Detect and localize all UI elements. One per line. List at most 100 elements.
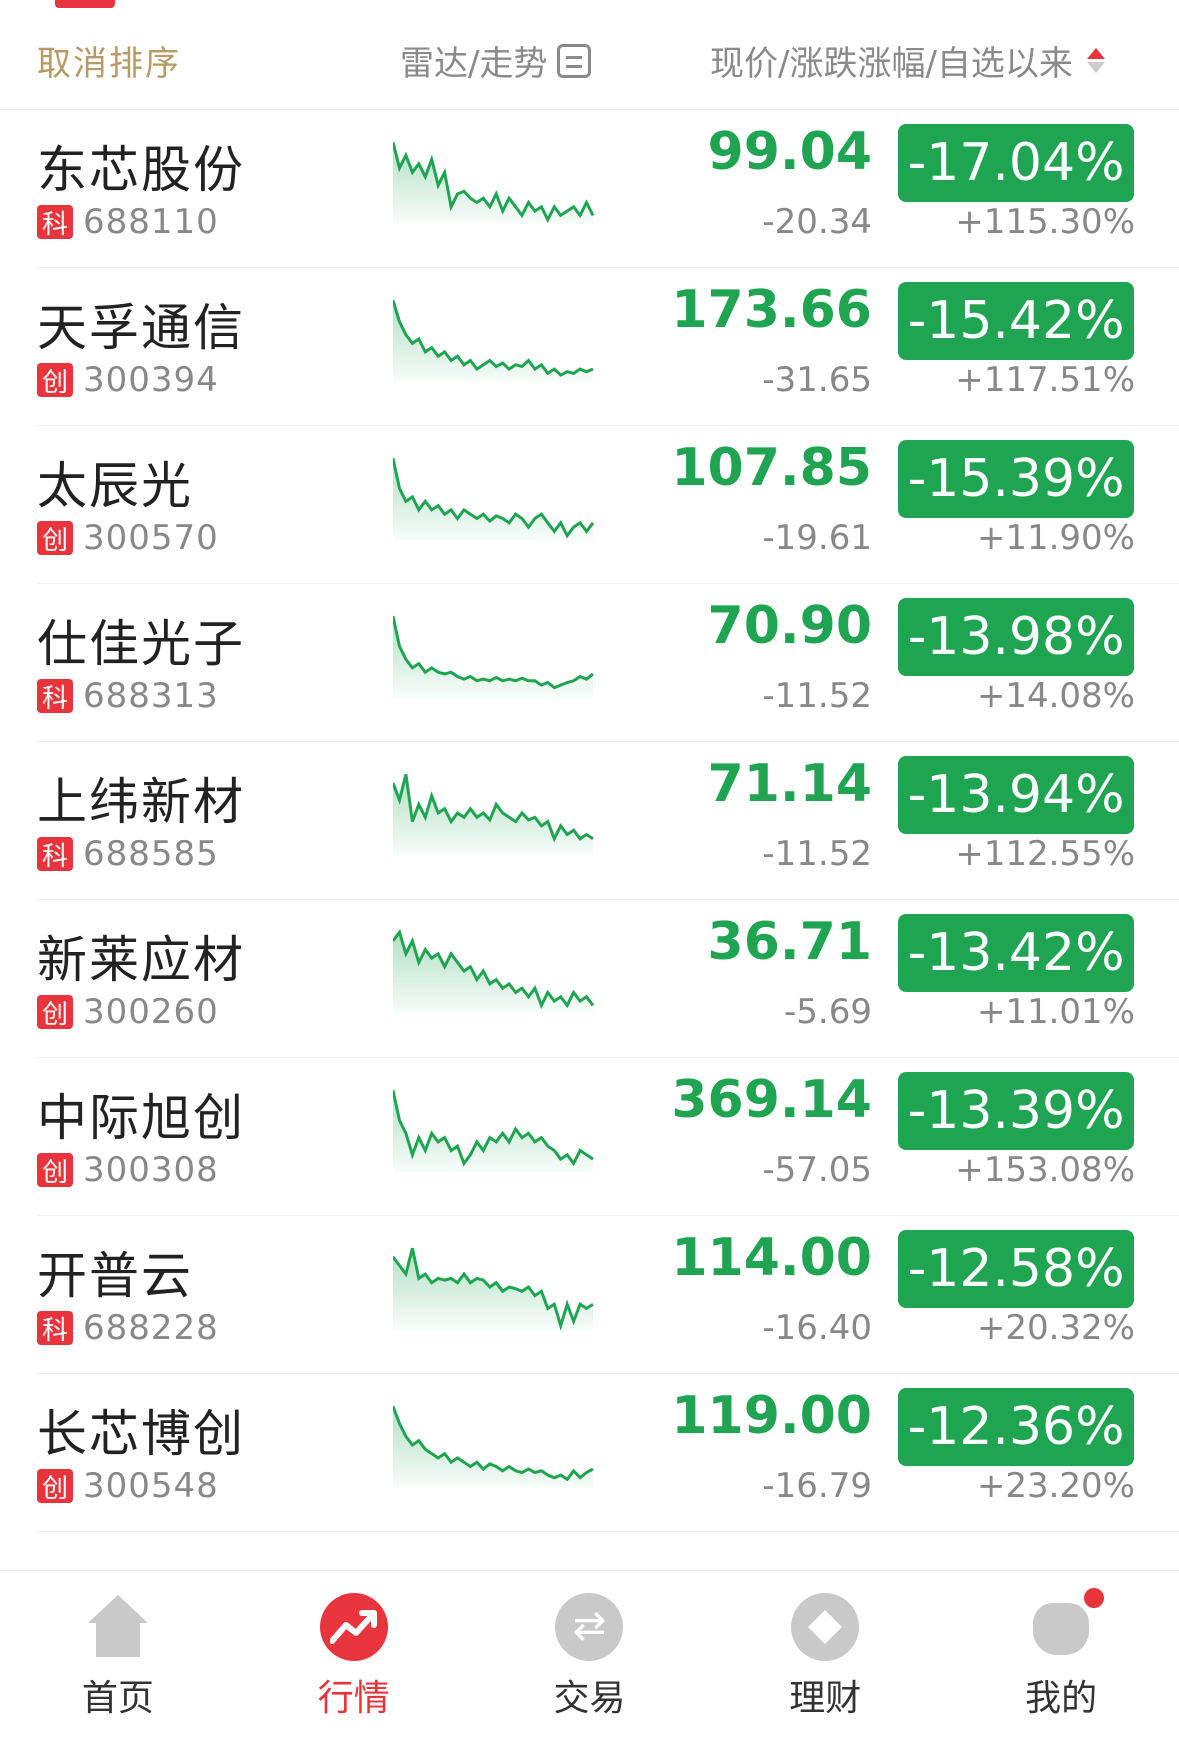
sparkline-area [393,300,593,382]
price-change: -57.05 [762,1150,872,1190]
stock-row[interactable]: 新莱应材 创 300260 36.71 -5.69 -13.42% +11.01… [37,900,1179,1058]
sort-up-icon [1086,48,1105,59]
change-percent-badge[interactable]: -12.36% [898,1388,1134,1466]
current-price: 99.04 [707,122,872,182]
stock-code: 688110 [83,202,219,242]
current-price: 71.14 [707,754,872,814]
trend-sparkline [393,929,595,1014]
stock-name: 上纬新材 [37,773,245,831]
stock-list[interactable]: 东芯股份 科 688110 99.04 -20.34 -17.04% +115.… [0,110,1179,1570]
stock-code-line: 科 688313 [37,676,219,716]
price-column-header[interactable]: 现价/涨跌涨幅/自选以来 [710,36,1105,85]
notification-dot [1081,1585,1108,1611]
change-percent-badge[interactable]: -13.94% [898,756,1134,834]
stock-code-line: 创 300570 [37,518,219,558]
change-percent-badge[interactable]: -15.42% [898,282,1134,360]
change-percent-badge[interactable]: -15.39% [898,440,1134,518]
stock-code: 688585 [83,834,219,874]
stock-name: 开普云 [37,1247,193,1305]
board-badge: 科 [37,1311,73,1346]
radar-trend-toggle[interactable]: 雷达/走势 [400,36,592,85]
stock-code: 300260 [83,992,219,1032]
since-added-percent: +23.20% [976,1466,1135,1506]
price-change: -5.69 [784,992,872,1032]
stock-name: 东芯股份 [37,141,245,199]
price-column-label: 现价/涨跌涨幅/自选以来 [710,44,1073,84]
board-badge: 创 [37,995,73,1030]
stock-code-line: 科 688228 [37,1308,219,1348]
stock-row[interactable]: 太辰光 创 300570 107.85 -19.61 -15.39% +11.9… [37,426,1179,584]
tab-finance[interactable]: 理财 [707,1571,943,1754]
profile-icon [1027,1585,1108,1661]
stock-name: 长芯博创 [37,1405,245,1463]
stock-row[interactable]: 东芯股份 科 688110 99.04 -20.34 -17.04% +115.… [37,110,1179,268]
stock-code: 300570 [83,518,219,558]
sparkline-area [393,1090,593,1172]
board-badge: 科 [37,837,73,872]
stock-row[interactable]: 上纬新材 科 688585 71.14 -11.52 -13.94% +112.… [37,742,1179,900]
stock-name: 太辰光 [37,457,193,515]
board-badge: 科 [37,205,73,240]
stock-name: 天孚通信 [37,299,245,357]
stock-code-line: 科 688110 [37,202,219,242]
radar-trend-label: 雷达/走势 [400,44,548,84]
board-badge: 创 [37,363,73,398]
tab-market-label: 行情 [317,1678,390,1719]
tab-finance-label: 理财 [789,1678,862,1719]
stock-row[interactable]: 长芯博创 创 300548 119.00 -16.79 -12.36% +23.… [37,1374,1179,1532]
tab-home[interactable]: 首页 [0,1571,236,1754]
stock-row[interactable]: 仕佳光子 科 688313 70.90 -11.52 -13.98% +14.0… [37,584,1179,742]
trend-sparkline [393,1247,594,1331]
price-change: -16.79 [762,1466,872,1506]
board-badge: 创 [37,1469,73,1504]
stock-row[interactable]: 天孚通信 创 300394 173.66 -31.65 -15.42% +117… [37,268,1179,426]
price-change: -19.61 [762,518,872,558]
stock-code: 300394 [83,360,219,400]
current-price: 107.85 [671,438,872,498]
since-added-percent: +115.30% [955,202,1135,242]
stock-code-line: 创 300548 [37,1466,219,1506]
trend-sparkline [393,299,594,382]
finance-icon [791,1593,860,1661]
price-change: -31.65 [762,360,872,400]
stock-code: 688313 [83,676,219,716]
since-added-percent: +14.08% [976,676,1135,716]
stock-code-line: 科 688585 [37,834,219,874]
stock-code-line: 创 300260 [37,992,219,1032]
trend-sparkline [393,1405,594,1488]
current-price: 173.66 [671,280,872,340]
current-price: 114.00 [671,1228,872,1288]
tab-mine[interactable]: 我的 [943,1571,1179,1754]
board-badge: 科 [37,679,73,714]
since-added-percent: +11.90% [976,518,1135,558]
sort-arrow-icon[interactable] [1086,48,1105,73]
tab-trade-label: 交易 [553,1678,626,1719]
current-price: 70.90 [707,596,872,656]
stock-code: 300308 [83,1150,219,1190]
tab-trade[interactable]: 交易 [472,1571,708,1754]
cancel-sort-button[interactable]: 取消排序 [37,36,181,85]
stock-name: 新莱应材 [37,931,245,989]
board-badge: 创 [37,1153,73,1188]
trend-sparkline [393,141,595,224]
list-header: 取消排序 雷达/走势 现价/涨跌涨幅/自选以来 [0,0,1179,110]
tab-market[interactable]: 行情 [236,1571,472,1754]
tab-home-label: 首页 [81,1678,154,1719]
change-percent-badge[interactable]: -12.58% [898,1230,1134,1308]
change-percent-badge[interactable]: -17.04% [898,124,1134,202]
stock-row[interactable]: 开普云 科 688228 114.00 -16.40 -12.58% +20.3… [37,1216,1179,1374]
stock-code: 688228 [83,1308,219,1348]
change-percent-badge[interactable]: -13.39% [898,1072,1134,1150]
stock-name: 中际旭创 [37,1089,245,1147]
price-change: -16.40 [762,1308,872,1348]
stock-row[interactable]: 中际旭创 创 300308 369.14 -57.05 -13.39% +153… [37,1058,1179,1216]
market-trend-icon [319,1593,388,1661]
change-percent-badge[interactable]: -13.42% [898,914,1134,992]
since-added-percent: +112.55% [955,834,1135,874]
change-percent-badge[interactable]: -13.98% [898,598,1134,676]
list-toggle-icon[interactable] [557,43,592,78]
since-added-percent: +11.01% [976,992,1135,1032]
price-change: -20.34 [762,202,872,242]
current-price: 36.71 [707,912,872,972]
price-change: -11.52 [762,834,872,874]
